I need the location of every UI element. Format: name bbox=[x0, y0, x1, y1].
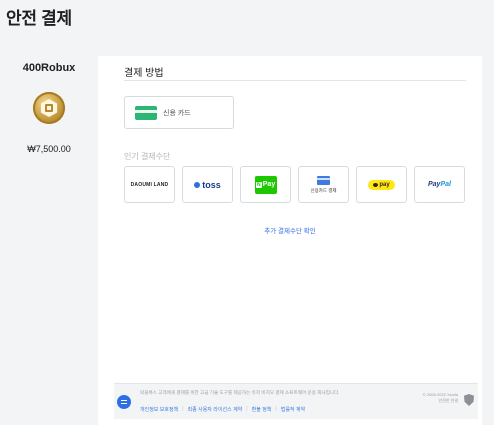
popular-methods-title: 인기 결제수단 bbox=[124, 152, 171, 161]
product-price: ₩7,500.00 bbox=[27, 144, 71, 154]
card-pay-label: 신용카드 결제 bbox=[310, 187, 337, 193]
credit-card-icon bbox=[135, 106, 157, 120]
daoumi-logo: DAOUMI LAND bbox=[130, 181, 169, 188]
payment-tile-card-pay[interactable]: 신용카드 결제 bbox=[298, 166, 349, 203]
paypal-logo: PayPal bbox=[428, 181, 451, 188]
privacy-policy-link[interactable]: 개인정보 보호정책 bbox=[140, 406, 178, 413]
chat-icon[interactable] bbox=[117, 395, 131, 409]
page-title: 안전 결제 bbox=[6, 9, 72, 28]
kakaopay-logo: pay bbox=[368, 179, 395, 190]
card-icon bbox=[317, 175, 330, 185]
product-name: 400Robux bbox=[22, 62, 76, 74]
card-pay-logo: 신용카드 결제 bbox=[310, 175, 337, 194]
kakaopay-label: pay bbox=[379, 181, 390, 188]
naverpay-logo: N Pay bbox=[254, 175, 277, 194]
footer-notice: 락블록스 고객에게 결제를 위한 고급 기술 도구를 제공하는 유저 비지오 결… bbox=[140, 390, 340, 395]
credit-card-option[interactable]: 신용 카드 bbox=[124, 96, 234, 129]
legal-agreement-link[interactable]: 법률적 계약 bbox=[281, 406, 305, 413]
secure-connection-label: 안전한 연결 bbox=[438, 398, 458, 403]
kakao-bubble-icon bbox=[373, 182, 379, 187]
shield-icon bbox=[464, 394, 474, 406]
naver-n-icon: N bbox=[255, 181, 262, 188]
paypal-label-pay: Pay bbox=[428, 181, 441, 188]
product-summary: 400Robux ₩7,500.00 bbox=[0, 62, 98, 154]
refund-policy-link[interactable]: 환불 정책 bbox=[252, 406, 272, 413]
toss-label: toss bbox=[202, 179, 221, 190]
naverpay-label: Pay bbox=[262, 181, 276, 188]
payment-tile-kakaopay[interactable]: pay bbox=[356, 166, 407, 203]
payment-tile-daoumi[interactable]: DAOUMI LAND bbox=[124, 166, 175, 203]
toss-logo: toss bbox=[194, 180, 221, 190]
eula-link[interactable]: 최종 사용자 라이선스 계약 bbox=[188, 406, 243, 413]
robux-coin-icon bbox=[33, 92, 65, 124]
footer-links: 개인정보 보호정책 | 최종 사용자 라이선스 계약 | 환불 정책 | 법률적… bbox=[140, 406, 306, 413]
copyright: © 2008-2022 Xsolla 안전한 연결 bbox=[423, 392, 458, 404]
toss-dot-icon bbox=[194, 181, 201, 188]
payment-tile-toss[interactable]: toss bbox=[182, 166, 233, 203]
payment-tile-naverpay[interactable]: N Pay bbox=[240, 166, 291, 203]
payment-tile-paypal[interactable]: PayPal bbox=[414, 166, 465, 203]
payment-panel: 결제 방법 신용 카드 인기 결제수단 DAOUMI LAND toss N P… bbox=[98, 56, 482, 425]
more-payment-methods-link[interactable]: 추가 결제수단 확인 bbox=[98, 225, 482, 235]
payment-method-title: 결제 방법 bbox=[124, 68, 164, 79]
divider bbox=[124, 80, 466, 81]
footer: 락블록스 고객에게 결제를 위한 고급 기술 도구를 제공하는 유저 비지오 결… bbox=[114, 383, 478, 419]
paypal-label-pal: Pal bbox=[440, 181, 451, 188]
credit-card-label: 신용 카드 bbox=[163, 110, 191, 117]
